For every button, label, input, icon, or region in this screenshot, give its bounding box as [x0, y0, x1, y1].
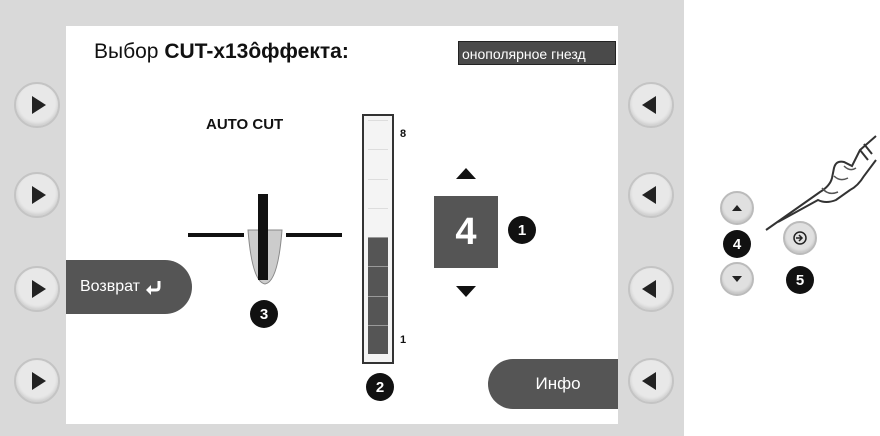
up-icon [732, 205, 742, 211]
effect-bar [362, 114, 394, 364]
title-effect: CUT-x13ôффекта: [164, 40, 349, 63]
electrode-graphic [188, 194, 342, 285]
play-left-icon [642, 372, 656, 390]
left-soft-key-2[interactable] [14, 172, 60, 218]
play-left-icon [642, 96, 656, 114]
bar-segment [368, 237, 388, 267]
right-soft-key-2[interactable] [628, 172, 674, 218]
up-button[interactable] [720, 191, 754, 225]
bar-segment [368, 120, 388, 149]
return-arrow-icon [146, 281, 161, 295]
play-right-icon [32, 186, 46, 204]
bar-min-label: 1 [400, 334, 407, 346]
bar-segment [368, 178, 388, 208]
left-soft-key-3[interactable] [14, 266, 60, 312]
decrease-arrow-icon[interactable] [456, 286, 476, 297]
info-button[interactable]: Инфо [488, 359, 618, 409]
mode-label: AUTO CUT [206, 116, 284, 133]
down-button[interactable] [720, 262, 754, 296]
electrode-blade [258, 194, 268, 280]
down-icon [732, 276, 742, 282]
callout-1: 1 [508, 216, 536, 244]
callout-4: 4 [723, 230, 751, 258]
pointing-hand-icon [765, 135, 877, 231]
play-right-icon [32, 96, 46, 114]
right-soft-key-1[interactable] [628, 82, 674, 128]
bar-max-label: 8 [400, 128, 407, 140]
effect-bar-segments [368, 120, 388, 358]
return-label: Возврат [80, 278, 140, 295]
bar-segment [368, 149, 388, 178]
callout-3: 3 [250, 300, 278, 328]
return-button[interactable]: Возврат [66, 260, 192, 314]
callout-5: 5 [786, 266, 814, 294]
right-soft-key-4[interactable] [628, 358, 674, 404]
play-left-icon [642, 280, 656, 298]
left-soft-key-1[interactable] [14, 82, 60, 128]
play-left-icon [642, 186, 656, 204]
bar-segment [368, 266, 388, 296]
display-screen: Выбор CUT-x13ôффекта: онополярное гнезд … [66, 26, 618, 424]
bar-segment [368, 324, 388, 354]
right-soft-key-3[interactable] [628, 266, 674, 312]
bar-segment [368, 207, 388, 237]
title-prefix: Выбор [94, 40, 165, 63]
device-bezel: Выбор CUT-x13ôффекта: онополярное гнезд … [0, 0, 684, 436]
bar-segment [368, 295, 388, 325]
socket-label: онополярное гнезд [458, 41, 616, 65]
page-title: Выбор CUT-x13ôффекта: [94, 40, 349, 64]
callout-2: 2 [366, 373, 394, 401]
increase-arrow-icon[interactable] [456, 168, 476, 179]
left-soft-key-4[interactable] [14, 358, 60, 404]
play-right-icon [32, 372, 46, 390]
effect-value: 4 [434, 196, 498, 268]
play-right-icon [32, 280, 46, 298]
